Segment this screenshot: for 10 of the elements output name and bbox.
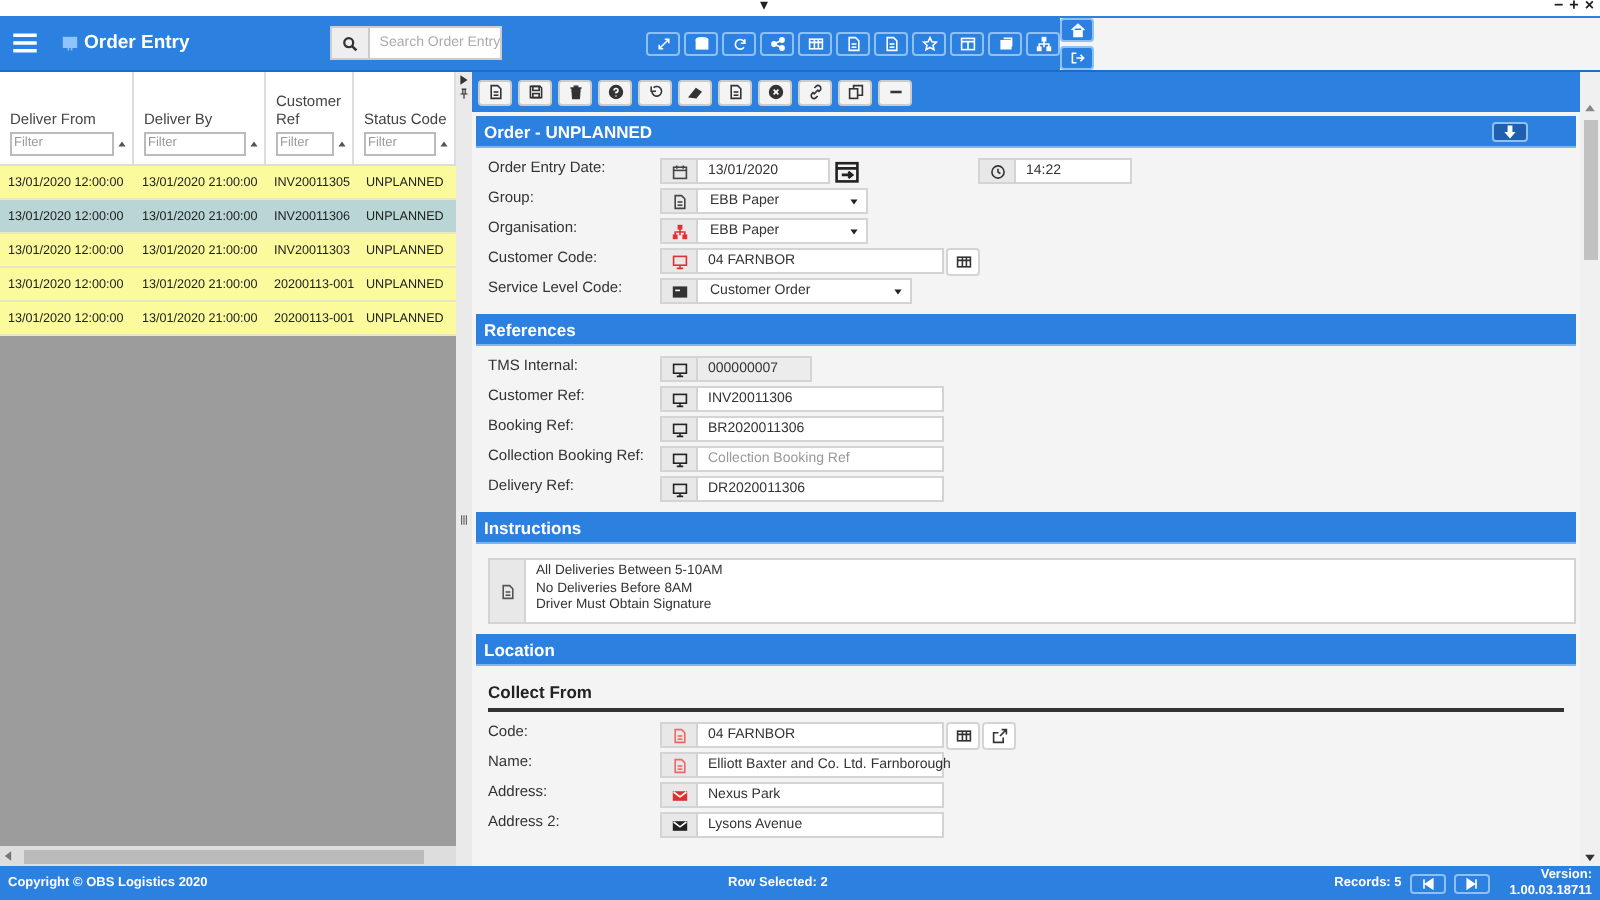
section-title: Location: [484, 639, 555, 659]
minimize-control[interactable]: −: [1553, 0, 1564, 14]
app-title: Order Entry: [84, 32, 190, 54]
subsection-title: Collect From: [488, 682, 1564, 712]
section-title: Order - UNPLANNED: [484, 121, 653, 141]
dropdown-caret[interactable]: ▾: [760, 0, 768, 14]
section-title: Instructions: [484, 517, 582, 537]
close-control[interactable]: ×: [1584, 0, 1594, 14]
maximize-control[interactable]: +: [1569, 0, 1579, 14]
section-title: References: [484, 319, 576, 339]
